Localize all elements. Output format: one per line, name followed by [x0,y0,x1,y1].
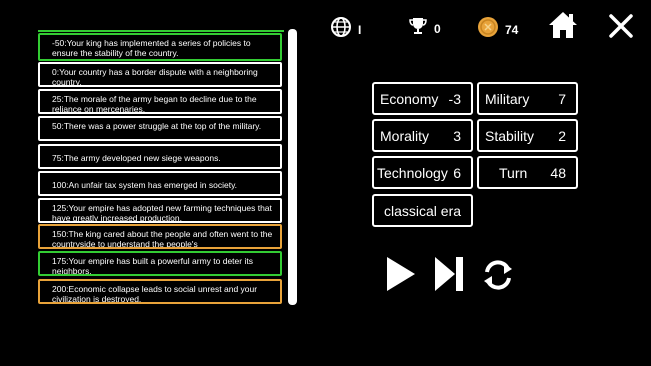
event-list[interactable]: -50:Your king has implemented a series o… [38,30,284,306]
home-icon [548,11,578,44]
stat-value: 48 [550,164,566,181]
stat-label: Economy [380,90,439,107]
era-text: classical era [383,202,462,219]
stat-value: 7 [558,90,566,107]
stat-morality: Morality 3 [372,119,473,152]
event-text: -50:Your king has implemented a series o… [52,38,251,58]
stat-value: 2 [558,127,566,144]
event-text: 175:Your empire has built a powerful arm… [52,256,253,276]
coin-counter: 74 [477,16,518,43]
play-icon [385,257,417,297]
restart-button[interactable] [480,257,516,298]
event-item[interactable]: 175:Your empire has built a powerful arm… [38,251,282,276]
event-text: 25:The morale of the army began to decli… [52,94,257,114]
event-item[interactable]: 75:The army developed new siege weapons. [38,144,282,169]
event-text: 200:Economic collapse leads to social un… [52,284,258,304]
stat-stability: Stability 2 [477,119,578,152]
event-list-scrollbar[interactable] [288,29,297,305]
event-item[interactable]: 200:Economic collapse leads to social un… [38,279,282,304]
event-text: 100:An unfair tax system has emerged in … [52,180,238,190]
globe-icon [330,16,352,43]
play-button[interactable] [385,255,417,298]
close-icon [608,13,634,44]
stat-label: Military [485,90,530,107]
coin-count: 74 [505,22,519,37]
list-top-divider [38,30,284,32]
era-label: classical era [372,194,473,227]
event-item[interactable]: 0:Your country has a border dispute with… [38,62,282,87]
restart-icon [480,260,516,297]
home-button[interactable] [548,11,578,44]
stat-value: -3 [448,90,461,107]
stat-label: Morality [380,127,430,144]
trophy-count: 0 [434,21,441,36]
stat-turn: Turn 48 [477,156,578,189]
event-text: 125:Your empire has adopted new farming … [52,203,272,223]
coin-icon [477,16,499,43]
trophy-icon [408,16,428,41]
event-text: 50:There was a power struggle at the top… [52,121,262,131]
stat-label: Turn [499,164,528,181]
event-text: 150:The king cared about the people and … [52,229,273,249]
event-item[interactable]: 125:Your empire has adopted new farming … [38,198,282,223]
event-item[interactable]: 100:An unfair tax system has emerged in … [38,171,282,196]
stat-technology: Technology 6 [372,156,473,189]
stat-value: 6 [453,164,461,181]
event-text: 0:Your country has a border dispute with… [52,67,258,87]
event-text: 75:The army developed new siege weapons. [52,153,221,163]
stat-label: Stability [485,127,535,144]
globe-counter: I [330,16,361,43]
skip-button[interactable] [433,255,465,298]
trophy-counter: 0 [408,16,441,41]
event-item[interactable]: 150:The king cared about the people and … [38,224,282,249]
stat-label: Technology [377,164,448,181]
close-button[interactable] [607,13,635,44]
skip-icon [433,257,465,297]
stat-economy: Economy -3 [372,82,473,115]
globe-count: I [358,22,362,37]
stat-value: 3 [453,127,461,144]
event-item[interactable]: 50:There was a power struggle at the top… [38,116,282,141]
stat-military: Military 7 [477,82,578,115]
event-item[interactable]: -50:Your king has implemented a series o… [38,33,282,61]
event-item[interactable]: 25:The morale of the army began to decli… [38,89,282,114]
